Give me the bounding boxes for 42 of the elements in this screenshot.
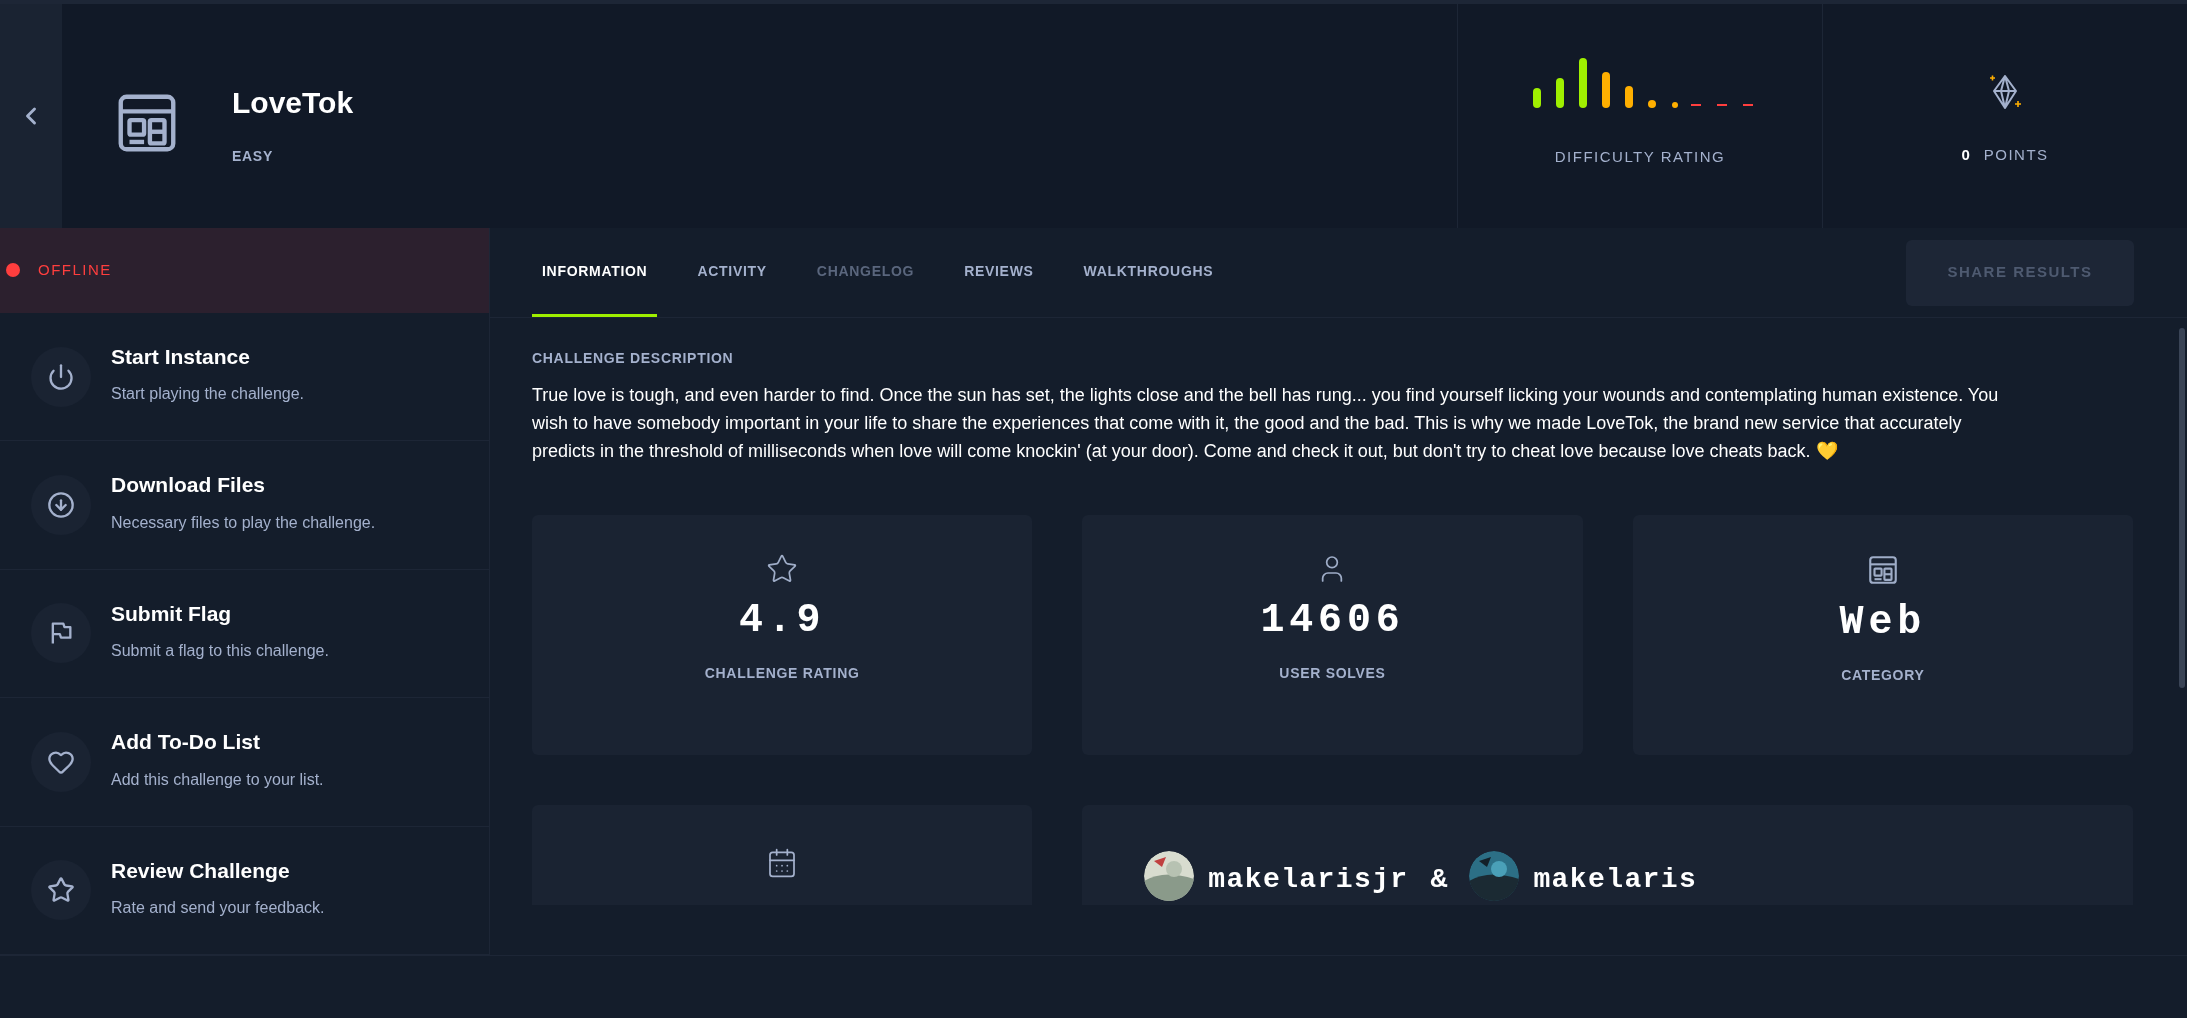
- difficulty-label: EASY: [232, 147, 274, 166]
- tab[interactable]: INFORMATION: [532, 228, 658, 317]
- tab[interactable]: REVIEWS: [954, 228, 1044, 317]
- action-item[interactable]: Add To-Do List Add this challenge to your list.: [0, 698, 489, 827]
- description-text: True love is tough, and even harder to find. Once the sun has set, the lights close and the bell has rung... you find yourself licking your wounds and contemplating human existence. You wish to have somebody important in your life to share the experiences that come with it, the good and the bad. This is why we made LoveTok, the brand new service that accurately predicts in the threshold of milliseconds when love will come knockin' (at your door). Come and check it out, but don't try to cheat love because love cheats back. 💛: [532, 384, 2000, 463]
- back-button[interactable]: [0, 4, 62, 228]
- download-icon: [47, 491, 75, 520]
- action-title: Start Instance: [111, 343, 251, 370]
- diamond-icon: [1988, 74, 2022, 110]
- action-title: Download Files: [111, 472, 266, 499]
- action-item[interactable]: Submit Flag Submit a flag to this challenge.: [0, 569, 489, 699]
- action-title: Review Challenge: [111, 857, 291, 884]
- action-item[interactable]: Download Files Necessary files to play the challenge.: [0, 441, 489, 570]
- action-item[interactable]: Start Instance Start playing the challenge.: [0, 312, 489, 442]
- section-heading: CHALLENGE DESCRIPTION: [532, 349, 735, 368]
- star-icon: [766, 553, 799, 585]
- status-label: OFFLINE: [38, 260, 112, 281]
- action-subtitle: Submit a flag to this challenge.: [111, 641, 329, 662]
- action-title: Add To-Do List: [111, 729, 261, 756]
- challenge-title: LoveTok: [232, 88, 354, 118]
- author-name[interactable]: makelaris: [1533, 859, 1698, 901]
- stat-label: CHALLENGE RATING: [704, 664, 860, 683]
- stat-label: CATEGORY: [1841, 666, 1925, 685]
- action-subtitle: Start playing the challenge.: [111, 384, 304, 405]
- stat-value: 14606: [1260, 601, 1405, 641]
- action-item[interactable]: Review Challenge Rate and send your feedback.: [0, 826, 489, 955]
- stat-value: Web: [1839, 603, 1927, 643]
- action-subtitle: Necessary files to play the challenge.: [111, 512, 376, 533]
- points-label: POINTS: [1983, 145, 2049, 165]
- action-subtitle: Add this challenge to your list.: [111, 769, 324, 790]
- difficulty-rating-label: DIFFICULTY RATING: [1554, 147, 1726, 167]
- tab[interactable]: WALKTHROUGHS: [1073, 228, 1224, 317]
- tab[interactable]: ACTIVITY: [687, 228, 777, 317]
- points-value: 0: [1961, 145, 1970, 165]
- star-icon: [47, 876, 75, 905]
- stat-value: 4.9: [738, 601, 826, 641]
- power-icon: [47, 362, 75, 391]
- action-subtitle: Rate and send your feedback.: [111, 898, 325, 918]
- action-title: Submit Flag: [111, 600, 233, 627]
- stat-label: USER SOLVES: [1279, 664, 1386, 683]
- separator-text: &: [1430, 863, 1448, 897]
- author-name[interactable]: makelarisjr: [1208, 859, 1409, 901]
